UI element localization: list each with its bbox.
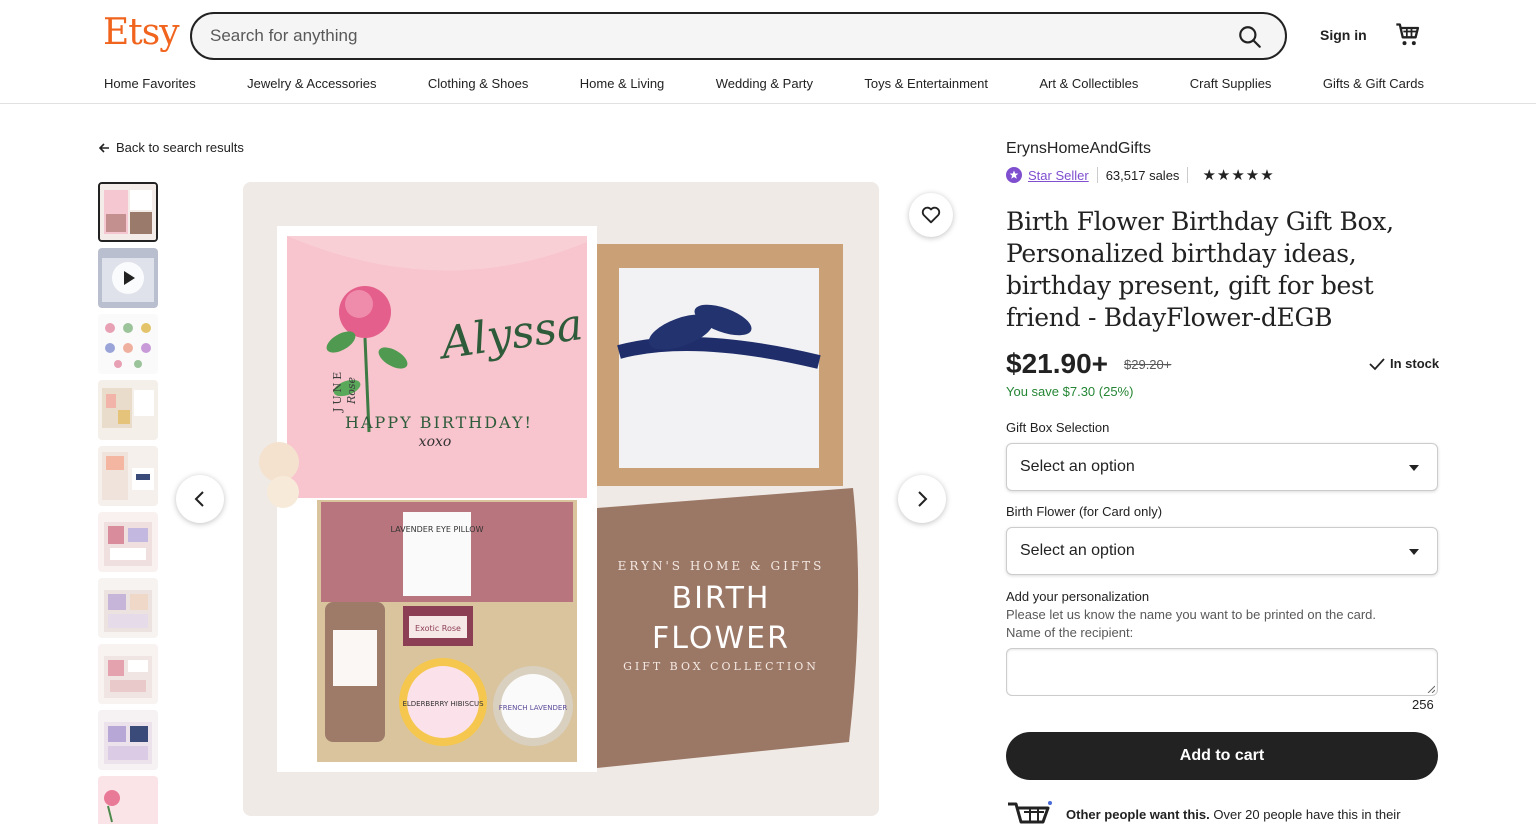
personalization-label: Add your personalization [1006, 589, 1150, 604]
divider [1096, 167, 1098, 183]
thumbnail-7[interactable] [98, 578, 158, 638]
chevron-left-icon [194, 491, 204, 507]
savings-text: You save $7.30 (25%) [1006, 384, 1134, 399]
heart-icon [921, 206, 941, 224]
tin-label: ELDERBERRY HIBISCUS [402, 700, 484, 708]
birth-flower-select-value: Select an option [1020, 542, 1135, 559]
nav-home-living[interactable]: Home & Living [580, 76, 665, 91]
nav-clothing[interactable]: Clothing & Shoes [428, 76, 528, 91]
back-link-label: Back to search results [116, 140, 244, 155]
personalization-help-2: Name of the recipient: [1006, 625, 1134, 640]
search-icon[interactable] [1237, 24, 1263, 50]
thumbnail-video[interactable] [98, 248, 158, 308]
category-nav: Home Favorites Jewelry & Accessories Clo… [104, 76, 1424, 91]
birth-flower-select[interactable]: Select an option [1006, 527, 1438, 575]
thumbnail-5[interactable] [98, 446, 158, 506]
star-seller-link[interactable]: Star Seller [1028, 168, 1089, 183]
nav-craft[interactable]: Craft Supplies [1190, 76, 1272, 91]
etsy-logo[interactable]: Etsy [103, 12, 180, 53]
thumbnail-8[interactable] [98, 644, 158, 704]
prev-image-button[interactable] [176, 475, 224, 523]
cart-icon[interactable] [1394, 21, 1422, 49]
card-month: JUNE [331, 369, 344, 413]
stock-label: In stock [1390, 356, 1440, 371]
arrow-left-icon [98, 142, 109, 153]
search-bar[interactable] [190, 12, 1287, 60]
demand-notice-text: Over 20 people have this in their [1209, 807, 1401, 822]
card-flower-name: Rose [345, 376, 358, 405]
personalization-help-1: Please let us know the name you want to … [1006, 607, 1377, 622]
sales-count: 63,517 sales [1105, 167, 1180, 183]
soap-label: Exotic Rose [415, 624, 461, 633]
add-to-cart-button[interactable]: Add to cart [1006, 732, 1438, 780]
favorite-button[interactable] [909, 193, 953, 237]
thumbnail-strip [98, 182, 158, 824]
nav-jewelry[interactable]: Jewelry & Accessories [247, 76, 376, 91]
current-price: $21.90+ [1006, 348, 1108, 379]
character-counter: 256 [1412, 697, 1434, 712]
birth-flower-label: Birth Flower (for Card only) [1006, 504, 1163, 519]
personalization-textarea[interactable] [1006, 648, 1438, 696]
seller-info-row: Star Seller 63,517 sales ★★★★★ [1006, 166, 1275, 184]
chevron-right-icon [918, 491, 928, 507]
thumbnail-3[interactable] [98, 314, 158, 374]
gift-box-select[interactable]: Select an option [1006, 443, 1438, 491]
star-seller-badge-icon [1006, 167, 1022, 183]
nav-home-favorites[interactable]: Home Favorites [104, 76, 196, 91]
brand-line: ERYN'S HOME & GIFTS [618, 559, 825, 573]
collection-line: GIFT BOX COLLECTION [623, 660, 819, 673]
gift-box-select-value: Select an option [1020, 458, 1135, 475]
checkmark-icon [1369, 357, 1385, 370]
main-product-image[interactable]: Alyssa JUNE Rose HAPPY BIRTHDAY! xoxo LA… [243, 182, 879, 816]
nav-art[interactable]: Art & Collectibles [1039, 76, 1138, 91]
sign-in-link[interactable]: Sign in [1320, 27, 1367, 43]
demand-notice: Other people want this. Over 20 people h… [1066, 807, 1401, 822]
rating-stars[interactable]: ★★★★★ [1202, 166, 1274, 184]
nav-toys[interactable]: Toys & Entertainment [864, 76, 988, 91]
shopping-cart-demand-icon [1008, 801, 1052, 824]
back-to-results-link[interactable]: Back to search results [98, 140, 244, 155]
nav-gifts[interactable]: Gifts & Gift Cards [1323, 76, 1424, 91]
product-title: Birth Flower Birthday Gift Box, Personal… [1006, 207, 1394, 332]
next-image-button[interactable] [898, 475, 946, 523]
caret-down-icon [1409, 465, 1419, 471]
stock-status: In stock [1368, 356, 1439, 371]
pillow-label: LAVENDER EYE PILLOW [391, 525, 484, 534]
thumbnail-4[interactable] [98, 380, 158, 440]
big-line-2: FLOWER [652, 621, 790, 656]
card-greeting: HAPPY BIRTHDAY! [345, 413, 533, 432]
divider [1187, 167, 1189, 183]
resize-handle-icon[interactable] [1427, 685, 1435, 693]
demand-notice-bold: Other people want this. [1066, 807, 1210, 822]
original-price: $29.20+ [1124, 357, 1172, 372]
candle-label: FRENCH LAVENDER [499, 704, 568, 712]
caret-down-icon [1409, 549, 1419, 555]
gift-box-label: Gift Box Selection [1006, 420, 1110, 435]
card-xoxo: xoxo [419, 434, 452, 450]
thumbnail-9[interactable] [98, 710, 158, 770]
thumbnail-6[interactable] [98, 512, 158, 572]
search-input[interactable] [210, 14, 1210, 58]
nav-wedding[interactable]: Wedding & Party [716, 76, 813, 91]
big-line-1: BIRTH [672, 581, 771, 616]
site-header: Etsy Sign in Home Favorites Jewelry & Ac… [0, 0, 1536, 104]
shop-name-link[interactable]: ErynsHomeAndGifts [1006, 140, 1151, 158]
thumbnail-10[interactable] [98, 776, 158, 824]
thumbnail-1[interactable] [98, 182, 158, 242]
play-icon [112, 262, 144, 294]
